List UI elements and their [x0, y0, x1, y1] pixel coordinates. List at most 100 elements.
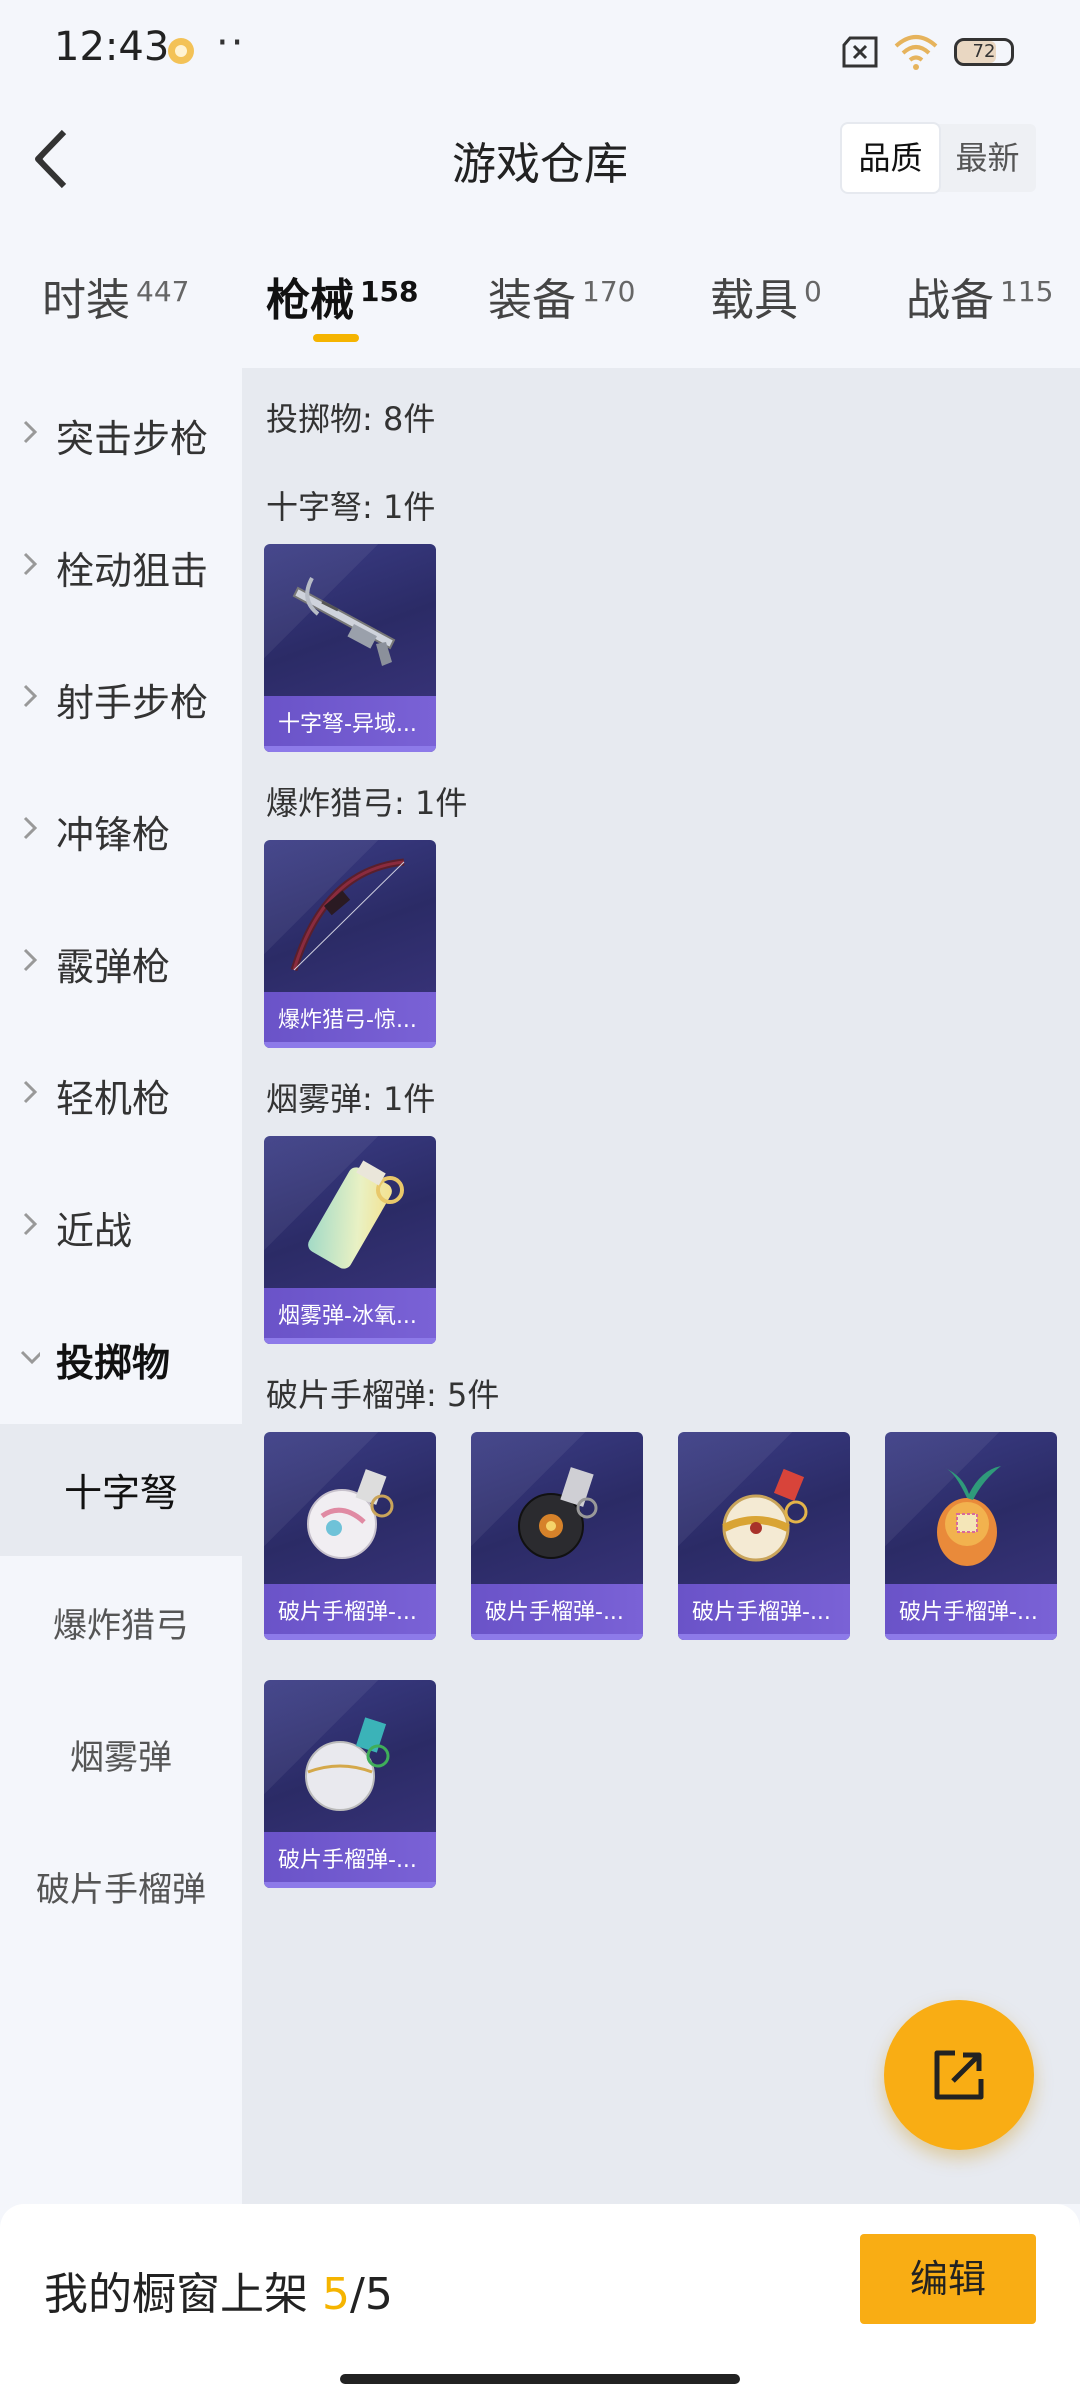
tab-equipment[interactable]: 装备 170	[488, 264, 635, 328]
showcase-label: 我的橱窗上架 5/5	[44, 2258, 393, 2322]
sort-toggle: 品质 最新	[842, 124, 1036, 192]
share-external-icon	[934, 2050, 984, 2100]
item-name-bar: 破片手榴弹-...	[471, 1584, 643, 1640]
tab-count: 447	[136, 275, 190, 308]
tab-count: 170	[582, 275, 636, 308]
status-bar: 12:43 ·· 72	[0, 0, 1080, 100]
section-title: 十字弩: 1件	[266, 488, 436, 526]
wifi-icon	[894, 35, 938, 70]
item-grid-panel: 投掷物: 8件 十字弩: 1件 十字弩-异域... 爆炸猎弓: 1件 爆炸猎弓-…	[242, 368, 1080, 2204]
item-name: 烟雾弹-冰氧...	[278, 1304, 417, 1329]
item-card[interactable]: 破片手榴弹-...	[264, 1680, 436, 1888]
no-sim-icon	[842, 36, 878, 68]
sidebar-item-throwables[interactable]: 投掷物	[0, 1292, 242, 1424]
category-tabs: 时装 447 枪械 158 装备 170 载具 0 战备 115	[0, 250, 1080, 360]
grenade-icon	[937, 1466, 1001, 1566]
grenade-icon	[518, 1467, 598, 1559]
header: 游戏仓库 品质 最新	[0, 100, 1080, 220]
item-card[interactable]: 破片手榴弹-...	[264, 1432, 436, 1640]
sidebar-subitem-smoke-grenade[interactable]: 烟雾弹	[0, 1688, 242, 1820]
item-name: 破片手榴弹-...	[278, 1848, 417, 1873]
showcase-bar: 我的橱窗上架 5/5 编辑	[0, 2204, 1080, 2400]
chevron-right-icon	[23, 1080, 38, 1104]
chevron-right-icon	[23, 552, 38, 576]
chevron-down-icon	[20, 1350, 40, 1365]
status-time: 12:43	[54, 24, 170, 70]
sort-newest-button[interactable]: 最新	[939, 124, 1036, 192]
item-name-bar: 破片手榴弹-...	[678, 1584, 850, 1640]
sidebar-item-label: 射手步枪	[56, 681, 209, 725]
item-card[interactable]: 烟雾弹-冰氧...	[264, 1136, 436, 1344]
section-title: 破片手榴弹: 5件	[266, 1376, 500, 1414]
share-fab[interactable]	[884, 2000, 1034, 2150]
tab-label: 枪械	[266, 275, 354, 326]
tab-label: 时装	[42, 275, 130, 326]
chevron-right-icon	[23, 684, 38, 708]
item-card[interactable]: 十字弩-异域...	[264, 544, 436, 752]
sidebar-item-label: 投掷物	[56, 1341, 171, 1385]
sidebar-item-bolt-sniper[interactable]: 栓动狙击	[0, 500, 242, 632]
sidebar-subitem-explosive-bow[interactable]: 爆炸猎弓	[0, 1556, 242, 1688]
sidebar-item-label: 霰弹枪	[56, 945, 171, 989]
more-notifications-icon: ··	[216, 20, 246, 66]
sidebar-item-label: 栓动狙击	[56, 549, 209, 593]
sidebar-item-shotgun[interactable]: 霰弹枪	[0, 896, 242, 1028]
bow-icon	[290, 858, 405, 972]
item-name-bar: 十字弩-异域...	[264, 696, 436, 752]
item-name-bar: 破片手榴弹-...	[885, 1584, 1057, 1640]
tab-firearms[interactable]: 枪械 158	[266, 264, 418, 328]
tab-vehicles[interactable]: 载具 0	[710, 264, 822, 328]
smoke-grenade-icon	[308, 1160, 404, 1269]
item-name-bar: 破片手榴弹-...	[264, 1584, 436, 1640]
item-card[interactable]: 破片手榴弹-...	[678, 1432, 850, 1640]
sidebar-item-label: 轻机枪	[56, 1077, 171, 1121]
sidebar-item-lmg[interactable]: 轻机枪	[0, 1028, 242, 1160]
section-title: 爆炸猎弓: 1件	[266, 784, 468, 822]
item-card[interactable]: 爆炸猎弓-惊...	[264, 840, 436, 1048]
tab-count: 0	[804, 275, 822, 308]
showcase-title: 我的橱窗上架	[44, 2269, 308, 2320]
category-summary: 投掷物: 8件	[266, 400, 436, 438]
item-card[interactable]: 破片手榴弹-...	[471, 1432, 643, 1640]
chevron-right-icon	[23, 816, 38, 840]
item-name: 爆炸猎弓-惊...	[278, 1008, 417, 1033]
sidebar-item-assault-rifle[interactable]: 突击步枪	[0, 368, 242, 500]
sidebar-item-marksman-rifle[interactable]: 射手步枪	[0, 632, 242, 764]
grenade-icon	[307, 1469, 394, 1559]
edit-button[interactable]: 编辑	[860, 2234, 1036, 2324]
grenade-icon	[305, 1717, 390, 1811]
tab-label: 载具	[710, 275, 798, 326]
sidebar-item-label: 近战	[56, 1209, 133, 1253]
item-name: 十字弩-异域...	[278, 712, 417, 737]
tab-supplies[interactable]: 战备 115	[906, 264, 1053, 328]
sidebar-item-label: 冲锋枪	[56, 813, 171, 857]
crossbow-icon	[292, 577, 396, 666]
item-name: 破片手榴弹-...	[485, 1600, 624, 1625]
tab-label: 战备	[906, 275, 994, 326]
tab-count: 158	[360, 275, 419, 308]
chevron-right-icon	[23, 420, 38, 444]
showcase-count-total: /5	[350, 2269, 393, 2320]
sidebar-item-smg[interactable]: 冲锋枪	[0, 764, 242, 896]
sidebar-item-label: 突击步枪	[56, 417, 209, 461]
sidebar-subitem-frag-grenade[interactable]: 破片手榴弹	[0, 1820, 242, 1952]
chevron-right-icon	[23, 1212, 38, 1236]
showcase-count-current: 5	[322, 2269, 350, 2320]
sidebar-subitem-label: 烟雾弹	[70, 1738, 172, 1778]
item-name-bar: 爆炸猎弓-惊...	[264, 992, 436, 1048]
sidebar-subitem-label: 十字弩	[63, 1471, 178, 1515]
tab-fashion[interactable]: 时装 447	[42, 264, 189, 328]
grenade-icon	[722, 1468, 808, 1562]
sidebar-item-melee[interactable]: 近战	[0, 1160, 242, 1292]
item-name: 破片手榴弹-...	[692, 1600, 831, 1625]
tab-label: 装备	[488, 275, 576, 326]
sort-quality-button[interactable]: 品质	[842, 124, 939, 192]
item-card[interactable]: 破片手榴弹-...	[885, 1432, 1057, 1640]
active-tab-indicator	[313, 334, 359, 342]
item-name: 破片手榴弹-...	[278, 1600, 417, 1625]
home-indicator[interactable]	[340, 2374, 740, 2384]
sidebar-subitem-label: 爆炸猎弓	[53, 1606, 189, 1646]
section-title: 烟雾弹: 1件	[266, 1080, 436, 1118]
notification-icon	[168, 38, 194, 64]
sidebar-subitem-crossbow[interactable]: 十字弩	[0, 1424, 242, 1556]
